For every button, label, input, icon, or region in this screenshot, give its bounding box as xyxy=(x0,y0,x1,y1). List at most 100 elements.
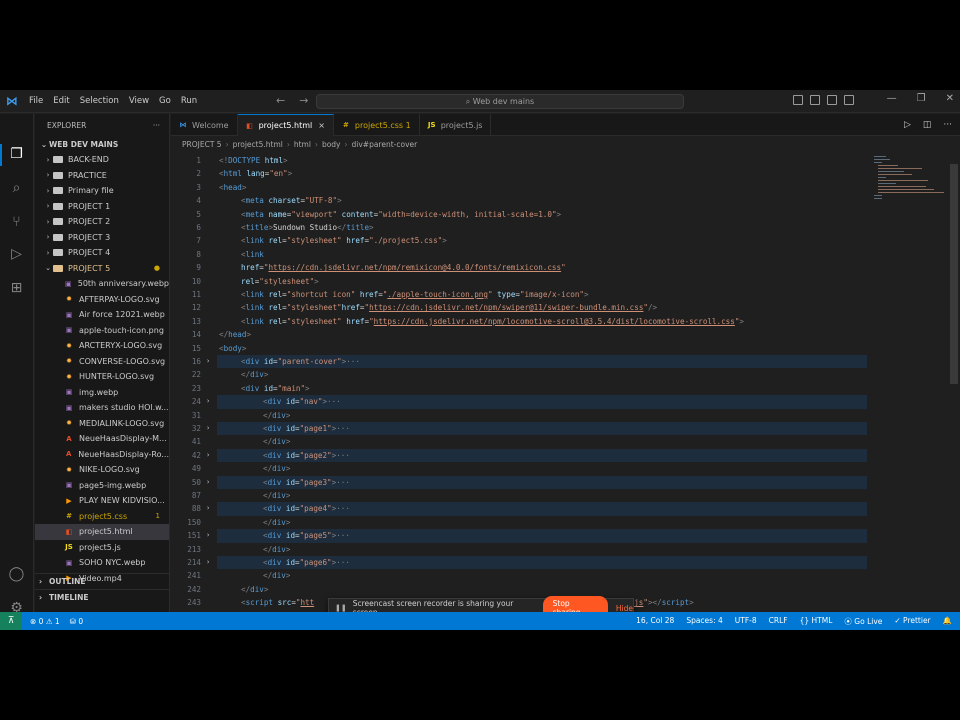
code-line[interactable]: 41 </div> xyxy=(171,435,871,448)
code-line[interactable]: 7 <link rel="stylesheet" href="./project5… xyxy=(171,234,871,247)
code-line[interactable]: 88 › <div id="page4">··· xyxy=(171,502,871,515)
file-item[interactable]: JS project5.js xyxy=(35,540,169,556)
extensions-icon[interactable]: ⊞ xyxy=(8,280,25,297)
code-line[interactable]: 22 </div> xyxy=(171,368,871,381)
more-actions-icon[interactable]: ··· xyxy=(153,121,160,130)
folder-item-open[interactable]: ⌄ PROJECT 5 ● xyxy=(35,261,169,277)
menu-item-edit[interactable]: Edit xyxy=(48,96,74,106)
code-line[interactable]: 8 <link xyxy=(171,248,871,261)
code-line[interactable]: 12 <link rel="stylesheet"href="https://cd… xyxy=(171,301,871,314)
breadcrumb-item[interactable]: project5.html xyxy=(233,140,283,152)
fold-chevron-icon[interactable]: › xyxy=(206,529,210,542)
breadcrumb-item[interactable]: html xyxy=(294,140,311,152)
workspace-header[interactable]: ⌄ WEB DEV MAINS xyxy=(35,136,169,152)
fold-chevron-icon[interactable]: › xyxy=(206,355,210,368)
language-mode[interactable]: {} HTML xyxy=(800,616,833,627)
code-line[interactable]: 9 href="https://cdn.jsdelivr.net/npm/remi… xyxy=(171,261,871,274)
file-item[interactable]: ▣ makers studio HOl.w... xyxy=(35,400,169,416)
menu-item-view[interactable]: View xyxy=(124,96,154,106)
command-center[interactable]: ⌕ Web dev mains xyxy=(316,94,684,109)
minimize-icon[interactable]: — xyxy=(887,93,897,104)
file-item[interactable]: A NeueHaasDisplay-Ro... xyxy=(35,447,169,463)
file-item[interactable]: ✹ MEDIALINK-LOGO.svg xyxy=(35,416,169,432)
folder-item[interactable]: › PROJECT 2 xyxy=(35,214,169,230)
code-line[interactable]: 32 › <div id="page1">··· xyxy=(171,422,871,435)
fold-chevron-icon[interactable]: › xyxy=(206,556,210,569)
tab-project5-html[interactable]: ◧ project5.html × xyxy=(237,114,334,136)
folder-item[interactable]: › PROJECT 4 xyxy=(35,245,169,261)
code-line[interactable]: 151 › <div id="page5">··· xyxy=(171,529,871,542)
more-actions-icon[interactable]: ··· xyxy=(943,120,952,130)
split-editor-icon[interactable]: ◫ xyxy=(923,120,932,130)
file-item[interactable]: ▣ Air force 12021.webp xyxy=(35,307,169,323)
code-line[interactable]: 6 <title>Sundown Studio</title> xyxy=(171,221,871,234)
vertical-scrollbar[interactable] xyxy=(948,154,960,610)
back-arrow-icon[interactable]: ← xyxy=(276,94,299,107)
code-line[interactable]: 23 <div id="main"> xyxy=(171,382,871,395)
minimap[interactable] xyxy=(872,154,946,214)
folder-item[interactable]: › Primary file xyxy=(35,183,169,199)
code-line[interactable]: 14 </head> xyxy=(171,328,871,341)
indentation[interactable]: Spaces: 4 xyxy=(686,616,722,627)
breadcrumb-item[interactable]: body xyxy=(322,140,341,152)
code-line[interactable]: 11 <link rel="shortcut icon" href="./appl… xyxy=(171,288,871,301)
folder-item[interactable]: › BACK-END xyxy=(35,152,169,168)
cursor-position[interactable]: 16, Col 28 xyxy=(636,616,674,627)
code-line[interactable]: 15 <body> xyxy=(171,342,871,355)
go-live-button[interactable]: ⦿ Go Live xyxy=(844,616,882,627)
menu-item-run[interactable]: Run xyxy=(176,96,202,106)
breadcrumb-item[interactable]: div#parent-cover xyxy=(352,140,418,152)
file-item[interactable]: ▣ img.webp xyxy=(35,385,169,401)
code-line[interactable]: 241 </div> xyxy=(171,569,871,582)
outline-section[interactable]: › OUTLINE xyxy=(35,573,169,588)
code-line[interactable]: 13 <link rel="stylesheet" href="https://c… xyxy=(171,315,871,328)
code-line[interactable]: 49 </div> xyxy=(171,462,871,475)
toggle-secondary-sidebar-icon[interactable] xyxy=(827,95,837,105)
close-tab-icon[interactable]: × xyxy=(318,121,325,130)
code-line[interactable]: 31 </div> xyxy=(171,409,871,422)
file-item[interactable]: ✹ HUNTER-LOGO.svg xyxy=(35,369,169,385)
breadcrumb-item[interactable]: PROJECT 5 xyxy=(182,140,222,152)
code-line[interactable]: 42 › <div id="page2">··· xyxy=(171,449,871,462)
code-line[interactable]: 5 <meta name="viewport" content="width=de… xyxy=(171,208,871,221)
problems-indicator[interactable]: ⊗ 0 ⚠ 1 xyxy=(30,617,60,626)
code-line[interactable]: 2 <html lang="en"> xyxy=(171,167,871,180)
code-line[interactable]: 242 </div> xyxy=(171,583,871,596)
menu-item-selection[interactable]: Selection xyxy=(75,96,124,106)
explorer-icon[interactable]: ❐ xyxy=(8,146,25,163)
file-item[interactable]: A NeueHaasDisplay-M... xyxy=(35,431,169,447)
fold-chevron-icon[interactable]: › xyxy=(206,449,210,462)
fold-chevron-icon[interactable]: › xyxy=(206,502,210,515)
folder-item[interactable]: › PROJECT 1 xyxy=(35,199,169,215)
code-line[interactable]: 24 › <div id="nav">··· xyxy=(171,395,871,408)
file-item[interactable]: # project5.css 1 xyxy=(35,509,169,525)
code-line[interactable]: 16 › <div id="parent-cover">··· xyxy=(171,355,871,368)
tab-project5-css-1[interactable]: # project5.css 1 xyxy=(334,114,420,136)
restore-icon[interactable]: ❐ xyxy=(917,93,926,104)
code-editor[interactable]: 1 <!DOCTYPE html> 2 <html lang="en"> 3 <head>… xyxy=(171,154,871,610)
code-line[interactable]: 4 <meta charset="UTF-8"> xyxy=(171,194,871,207)
source-control-icon[interactable]: ⑂ xyxy=(8,214,25,231)
line-ending[interactable]: CRLF xyxy=(769,616,788,627)
run-debug-icon[interactable]: ▷ xyxy=(8,246,25,263)
encoding[interactable]: UTF-8 xyxy=(735,616,757,627)
file-item[interactable]: ✹ AFTERPAY-LOGO.svg xyxy=(35,292,169,308)
code-line[interactable]: 87 </div> xyxy=(171,489,871,502)
search-icon[interactable]: ⌕ xyxy=(8,180,25,197)
tab-welcome[interactable]: ⋈ Welcome xyxy=(171,114,238,136)
accounts-icon[interactable]: ◯ xyxy=(8,566,25,583)
file-item[interactable]: ▶ PLAY NEW KIDVISIO... xyxy=(35,493,169,509)
code-line[interactable]: 3 <head> xyxy=(171,181,871,194)
toggle-sidebar-icon[interactable] xyxy=(793,95,803,105)
scrollbar-thumb[interactable] xyxy=(950,164,958,384)
remote-icon[interactable]: ⊼ xyxy=(0,612,22,630)
file-item[interactable]: ▣ SOHO NYC.webp xyxy=(35,555,169,571)
menu-item-file[interactable]: File xyxy=(24,96,48,106)
ports-indicator[interactable]: ⛁ 0 xyxy=(70,617,83,626)
notifications-bell-icon[interactable]: 🔔 xyxy=(943,616,952,627)
fold-chevron-icon[interactable]: › xyxy=(206,476,210,489)
code-line[interactable]: 213 </div> xyxy=(171,543,871,556)
code-line[interactable]: 214 › <div id="page6">··· xyxy=(171,556,871,569)
file-item[interactable]: ✹ ARCTERYX-LOGO.svg xyxy=(35,338,169,354)
tab-project5-js[interactable]: JS project5.js xyxy=(420,114,492,136)
